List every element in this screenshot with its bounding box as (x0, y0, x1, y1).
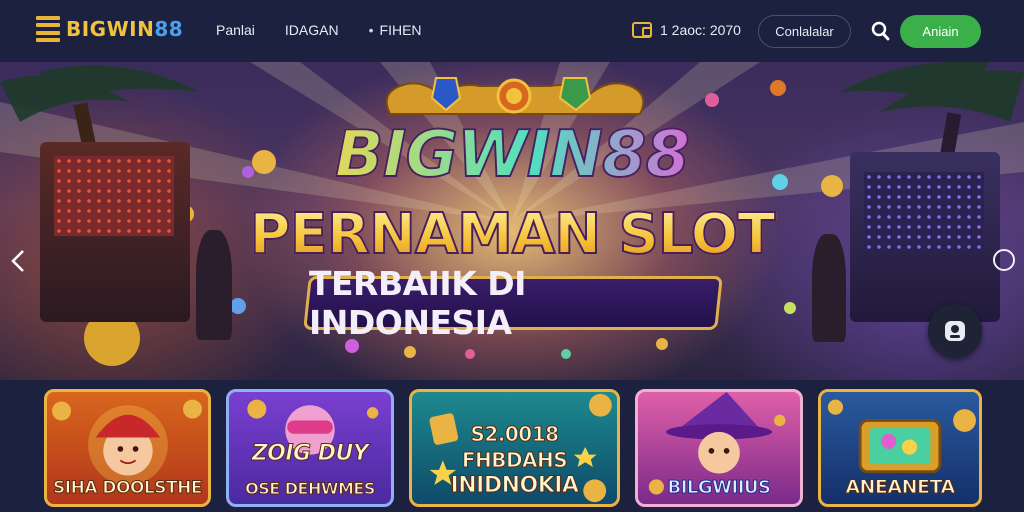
logo-bars-icon (36, 16, 60, 42)
game-card-1-title: SIHA DOOLSTHE (53, 478, 203, 499)
game-card-5-title: ANEANETA (845, 476, 956, 499)
login-button[interactable]: Conlalalar (758, 15, 851, 48)
game-card-3-title: INIDNOKIA (450, 473, 579, 499)
game-card-1[interactable]: SIHA DOOLSTHE (44, 389, 211, 507)
nav-item-2[interactable]: IDAGAN (285, 22, 339, 38)
nav-dot: • (368, 22, 374, 38)
arrow-left-icon[interactable] (8, 248, 28, 274)
balance-text: 1 2aoc: 2070 (660, 22, 741, 38)
game-card-4[interactable]: BILGWIIUS (635, 389, 803, 507)
game-card-2-title: OSE DEHWMES (245, 479, 376, 499)
game-card-5[interactable]: ANEANETA (818, 389, 982, 507)
game-card-3-subtitle: FHBDAHS (461, 448, 568, 473)
chat-button[interactable] (928, 304, 982, 358)
game-card-2-subtitle-top: ZOIG DUY (251, 441, 369, 467)
game-cards-row: SIHA DOOLSTHE ZOIG DUY OSE DEHWMES S2.00… (0, 380, 1024, 512)
nav-item-1[interactable]: Panlai (216, 22, 255, 38)
wallet-icon (632, 22, 652, 38)
game-card-3-amount: S2.0018 (470, 422, 560, 447)
hero-subtitle: TERBAIIK DI INDONESIA (309, 264, 526, 342)
hero-title-main: PERNAMAN SLOT (0, 201, 1024, 268)
game-card-2[interactable]: ZOIG DUY OSE DEHWMES (226, 389, 394, 507)
register-button[interactable]: Aniain (900, 15, 981, 48)
logo-text: BIGWIN88 (66, 17, 184, 41)
brand-logo[interactable]: BIGWIN88 (36, 16, 183, 42)
main-nav: Panlai IDAGAN • FIHEN (216, 22, 422, 38)
hero-title-brand: BIGWIN88 (0, 117, 1024, 193)
page: BIGWIN88 Panlai IDAGAN • FIHEN 1 2aoc: 20… (0, 0, 1024, 512)
arrow-right-icon[interactable] (993, 249, 1015, 271)
game-card-3[interactable]: S2.0018 FHBDAHS INIDNOKIA (409, 389, 620, 507)
hero-subtitle-plate: TERBAIIK DI INDONESIA (303, 264, 723, 342)
game-card-4-title: BILGWIIUS (667, 477, 772, 499)
nav-item-3[interactable]: • FIHEN (369, 22, 422, 38)
hero-banner[interactable]: BIGWIN88 PERNAMAN SLOT TERBAIIK DI INDON… (0, 62, 1024, 380)
search-icon[interactable] (870, 21, 890, 41)
balance-display: 1 2aoc: 2070 (632, 22, 741, 38)
chat-icon (945, 321, 965, 341)
top-header: BIGWIN88 Panlai IDAGAN • FIHEN 1 2aoc: 20… (0, 0, 1024, 62)
